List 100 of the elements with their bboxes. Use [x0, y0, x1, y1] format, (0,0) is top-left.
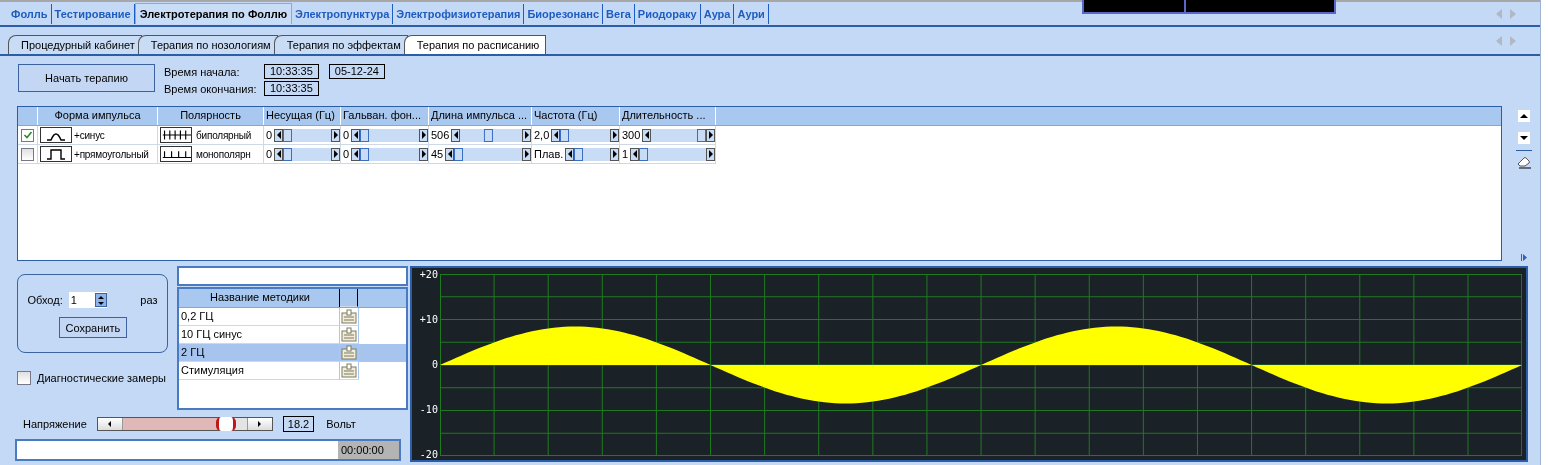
- increase-arrow-button[interactable]: [706, 128, 715, 142]
- move-down-button[interactable]: [1518, 132, 1530, 144]
- move-up-button[interactable]: [1518, 110, 1530, 122]
- end-time-label: Время окончания:: [164, 82, 258, 95]
- date-value: 05-12-24: [328, 64, 385, 79]
- start-time-value: 10:33:35: [264, 64, 319, 79]
- eraser-icon[interactable]: [1516, 155, 1532, 169]
- voltage-unit: Вольт: [326, 418, 356, 430]
- elapsed-time: 00:00:00: [338, 441, 399, 459]
- module-tab[interactable]: Электропунктура: [292, 3, 394, 24]
- increase-arrow-button[interactable]: [610, 147, 619, 161]
- save-button[interactable]: Сохранить: [58, 317, 127, 338]
- passes-label: Обход:: [27, 294, 63, 306]
- parameter-value: 0: [342, 148, 351, 160]
- start-therapy-button[interactable]: Начать терапию: [18, 64, 155, 92]
- increase-arrow-button[interactable]: [331, 128, 340, 142]
- slider-thumb[interactable]: [697, 128, 706, 142]
- module-tab[interactable]: Электротерапия по Фоллю: [134, 3, 293, 24]
- section-tab[interactable]: Процедурный кабинет: [8, 35, 142, 54]
- module-tab[interactable]: Вега: [603, 3, 635, 24]
- slider-thumb[interactable]: [639, 147, 649, 161]
- parameter-value: 300: [621, 129, 642, 141]
- passes-unit: раз: [140, 294, 158, 306]
- clipboard-icon[interactable]: [341, 345, 357, 360]
- parameter-value: 1: [621, 148, 630, 160]
- column-header[interactable]: Длина импульса ...: [429, 107, 532, 125]
- parameter-value: 45: [430, 148, 445, 160]
- axis-label: +20: [419, 269, 438, 280]
- column-header[interactable]: Форма импульса: [38, 107, 158, 125]
- increase-arrow-button[interactable]: [419, 147, 428, 161]
- parameter-value: Плав.: [533, 148, 565, 160]
- slider-thumb[interactable]: [484, 128, 494, 142]
- clipboard-icon[interactable]: [341, 363, 357, 378]
- increase-arrow-button[interactable]: [522, 128, 531, 142]
- start-time-label: Время начала:: [164, 65, 241, 78]
- column-header[interactable]: Длительность ...: [620, 107, 716, 125]
- module-tab[interactable]: Риодораку: [634, 3, 701, 24]
- checkbox[interactable]: [17, 371, 31, 385]
- voltage-value: 18.2: [282, 416, 315, 432]
- polarity-text: монополярн: [196, 148, 251, 160]
- slider-thumb[interactable]: [360, 128, 370, 142]
- axis-label: 0: [431, 359, 438, 370]
- section-tab[interactable]: Терапия по эффектам: [273, 35, 408, 54]
- slider-thumb[interactable]: [216, 417, 237, 431]
- pulse-form-text: +синус: [74, 129, 105, 141]
- bipolar-pulses-icon: [160, 127, 192, 143]
- method-name: 0,2 ГЦ: [179, 308, 340, 326]
- column-header[interactable]: Частота (Гц): [532, 107, 620, 125]
- increase-arrow-button[interactable]: [419, 128, 428, 142]
- header-cell: [340, 289, 358, 307]
- increase-arrow-button[interactable]: [706, 147, 715, 161]
- axis-label: -20: [419, 449, 438, 460]
- search-field[interactable]: [177, 266, 408, 286]
- polarity-text: биполярный: [196, 129, 252, 141]
- column-header[interactable]: Несущая (Гц): [264, 107, 341, 125]
- axis-label: +10: [419, 314, 438, 325]
- monopolar-pulses-icon: [160, 146, 192, 162]
- pulse-form-text: +прямоугольный: [74, 148, 149, 160]
- passes-spin-field[interactable]: 1: [68, 292, 107, 308]
- method-row[interactable]: 0,2 ГЦ: [179, 308, 406, 326]
- parameter-value: 0: [342, 129, 351, 141]
- section-tab[interactable]: Терапия по расписанию: [403, 35, 547, 54]
- column-header[interactable]: Полярность: [158, 107, 264, 125]
- slider-thumb[interactable]: [560, 128, 570, 142]
- increase-arrow-button[interactable]: [331, 147, 340, 161]
- method-row[interactable]: 2 ГЦ: [179, 344, 406, 362]
- module-tab[interactable]: Тестирование: [51, 3, 135, 24]
- expand-arrow-icon[interactable]: [1521, 254, 1527, 261]
- module-tab[interactable]: Биорезонанс: [524, 3, 604, 24]
- parameter-value: 0: [265, 148, 274, 160]
- method-row[interactable]: Стимуляция: [179, 362, 406, 380]
- pulse-curve-icon: [40, 127, 72, 143]
- column-header[interactable]: Гальван. фон...: [341, 107, 429, 125]
- slider-thumb[interactable]: [360, 147, 370, 161]
- increase-arrow-button[interactable]: [610, 128, 619, 142]
- diagnostics-label: Диагностические замеры: [37, 372, 166, 384]
- decrease-arrow-button[interactable]: [97, 418, 123, 430]
- clipboard-icon[interactable]: [341, 309, 357, 324]
- slider-thumb[interactable]: [283, 147, 293, 161]
- checkbox[interactable]: [21, 128, 34, 142]
- module-tab[interactable]: Фолль: [8, 3, 52, 24]
- method-name: 2 ГЦ: [179, 344, 340, 362]
- voltage-label: Напряжение: [23, 418, 87, 430]
- parameter-value: 2,0: [533, 129, 551, 141]
- slider-thumb[interactable]: [454, 147, 464, 161]
- module-tab[interactable]: Аура: [700, 3, 735, 24]
- parameter-value: 506: [430, 129, 451, 141]
- increase-arrow-button[interactable]: [522, 147, 531, 161]
- clipboard-icon[interactable]: [341, 327, 357, 342]
- method-name: Стимуляция: [179, 362, 340, 380]
- section-tab[interactable]: Терапия по нозологиям: [137, 35, 278, 54]
- slider-thumb[interactable]: [574, 147, 584, 161]
- axis-label: -10: [419, 404, 438, 415]
- end-time-value: 10:33:35: [264, 81, 319, 96]
- slider-thumb[interactable]: [283, 128, 293, 142]
- parameter-value: 0: [265, 129, 274, 141]
- module-tab[interactable]: Электрофизиотерапия: [393, 3, 525, 24]
- checkbox[interactable]: [21, 147, 34, 161]
- module-tab[interactable]: Аури: [734, 3, 769, 24]
- square-pulse-icon: [40, 146, 72, 162]
